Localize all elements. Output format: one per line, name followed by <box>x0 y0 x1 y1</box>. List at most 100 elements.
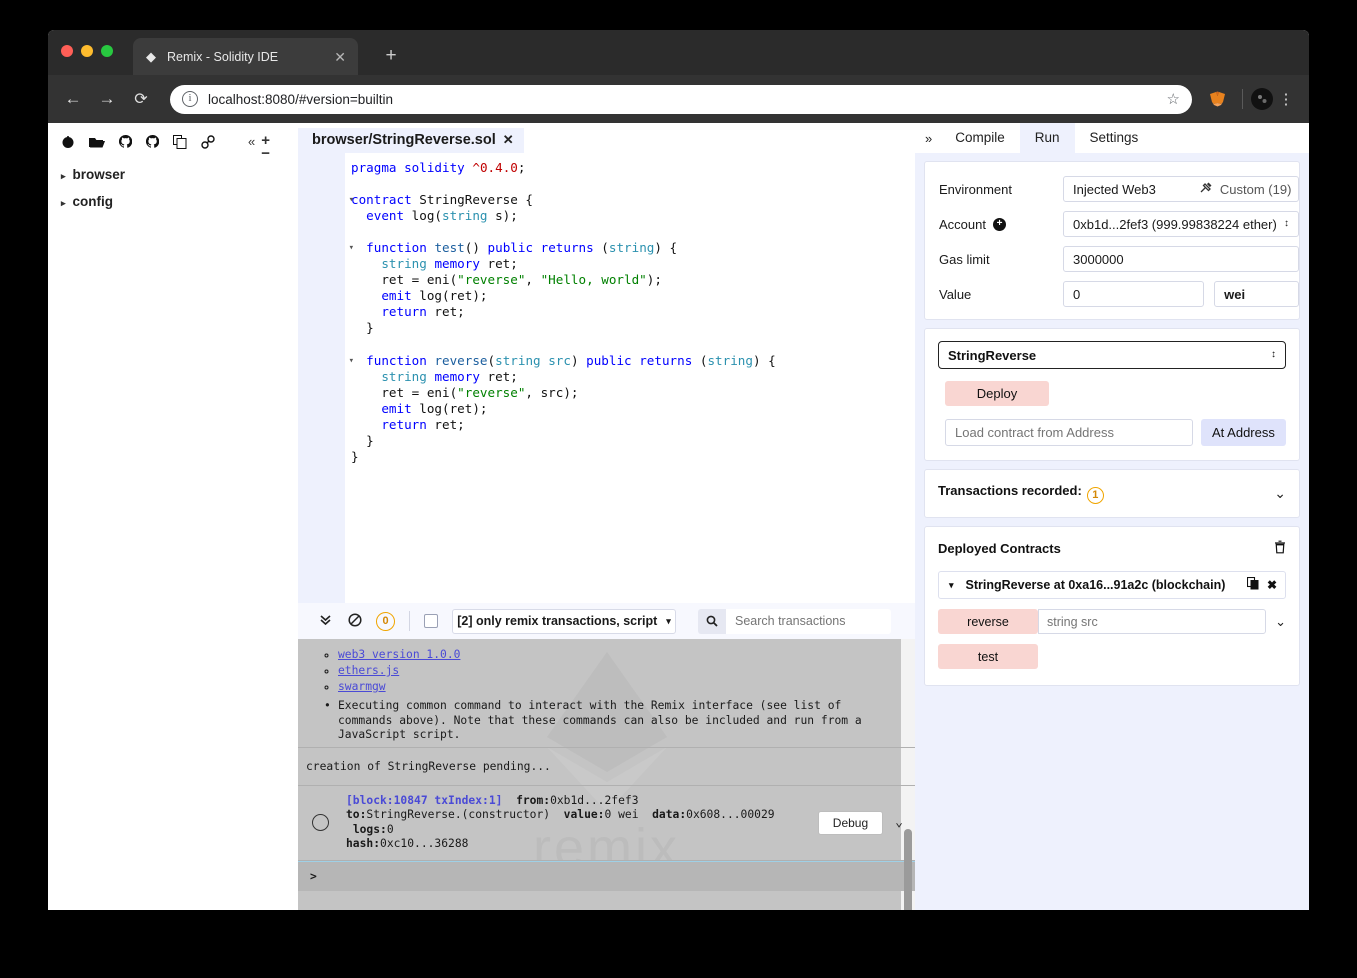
terminal-filter-checkbox[interactable] <box>424 614 438 628</box>
close-tab-icon[interactable]: ✕ <box>332 50 348 64</box>
at-address-button[interactable]: At Address <box>1201 419 1286 446</box>
deployed-instance-header[interactable]: ▾ StringReverse at 0xa16...91a2c (blockc… <box>938 571 1286 599</box>
contract-select[interactable]: StringReverse ↕ <box>938 341 1286 369</box>
terminal-scrollbar-thumb[interactable] <box>904 829 912 910</box>
close-window-button[interactable] <box>61 45 73 57</box>
run-panel: » Compile Run Settings Environment Injec… <box>915 123 1309 910</box>
expand-transaction-icon[interactable]: ⌄ <box>895 815 903 830</box>
code-line: 6▾ function test() public returns (strin… <box>345 240 915 256</box>
expand-function-icon[interactable]: ⌄ <box>1275 614 1286 630</box>
terminal-transaction-row[interactable]: [block:10847 txIndex:1] from:0xb1d...2fe… <box>298 785 915 861</box>
copy-icon[interactable] <box>1247 577 1259 593</box>
reverse-function-input[interactable] <box>1038 609 1266 634</box>
browser-tab[interactable]: ◆ Remix - Solidity IDE ✕ <box>133 38 358 75</box>
new-tab-button[interactable]: + <box>378 44 404 70</box>
copy-files-icon[interactable] <box>173 135 187 151</box>
code-text <box>345 224 351 240</box>
tab-run[interactable]: Run <box>1020 123 1075 153</box>
browser-menu-icon[interactable]: ⋮ <box>1273 92 1299 107</box>
close-editor-tab-icon[interactable]: ✕ <box>503 132 514 148</box>
font-decrease-icon[interactable]: − <box>261 148 270 161</box>
chevron-right-icon: ▸ <box>61 171 66 181</box>
test-function-button[interactable]: test <box>938 644 1038 669</box>
transactions-recorded-card[interactable]: Transactions recorded:1 ⌄ <box>924 469 1300 518</box>
transaction-hash-value: 0xc10...36288 <box>380 837 468 850</box>
add-account-icon[interactable]: + <box>993 218 1006 231</box>
editor-tab-stringreverse[interactable]: browser/StringReverse.sol ✕ <box>298 128 524 153</box>
sidebar-item-browser[interactable]: ▸ browser <box>48 161 248 188</box>
gas-limit-label: Gas limit <box>939 252 1063 267</box>
list-item: web3 version 1.0.0 <box>338 647 901 663</box>
reverse-function-button[interactable]: reverse <box>938 609 1038 634</box>
code-line: 2 <box>345 176 915 192</box>
terminal-search[interactable] <box>698 609 891 634</box>
network-indicator: Custom (19) <box>1200 181 1292 197</box>
profile-avatar-icon[interactable] <box>1251 88 1273 110</box>
fold-toggle-icon[interactable]: ▾ <box>349 192 354 208</box>
fold-toggle-icon[interactable]: ▾ <box>349 240 354 256</box>
forward-button[interactable]: → <box>92 84 122 114</box>
terminal-filter-label: [2] only remix transactions, script <box>457 614 657 628</box>
code-text: pragma solidity ^0.4.0; <box>345 160 525 176</box>
tab-compile[interactable]: Compile <box>940 123 1020 153</box>
account-value: 0xb1d...2fef3 (999.99838224 ether) <box>1073 217 1277 232</box>
sidebar-item-label: browser <box>73 167 126 182</box>
terminal-filter-select[interactable]: [2] only remix transactions, script ▾ <box>452 609 676 634</box>
browser-window: ◆ Remix - Solidity IDE ✕ + ← → ⟳ i local… <box>48 30 1309 910</box>
code-line: 17 return ret; <box>345 417 915 433</box>
back-button[interactable]: ← <box>58 84 88 114</box>
tab-settings[interactable]: Settings <box>1075 123 1154 153</box>
terminal-prompt[interactable]: > <box>298 861 915 891</box>
chevron-down-icon[interactable]: ▾ <box>949 580 954 591</box>
search-transactions-input[interactable] <box>726 609 891 634</box>
deploy-button[interactable]: Deploy <box>945 381 1049 406</box>
collapse-panel-icon[interactable]: « <box>248 135 255 148</box>
chevron-down-icon[interactable]: ⌄ <box>1274 485 1286 502</box>
code-line: 15 ret = eni("reverse", src); <box>345 385 915 401</box>
ethersjs-link[interactable]: ethers.js <box>338 664 399 677</box>
maximize-window-button[interactable] <box>101 45 113 57</box>
swarmgw-link[interactable]: swarmgw <box>338 680 386 693</box>
terminal-output[interactable]: remix web3 version 1.0.0 ethers.js swarm… <box>298 639 915 910</box>
account-label-text: Account <box>939 217 986 232</box>
connect-localhost-icon[interactable] <box>201 135 215 151</box>
environment-select[interactable]: Injected Web3 Custom (19) <box>1063 176 1299 202</box>
environment-value: Injected Web3 <box>1073 182 1156 197</box>
code-line: 13▾ function reverse(string src) public … <box>345 353 915 369</box>
debug-button[interactable]: Debug <box>818 811 883 835</box>
value-unit-select[interactable]: wei <box>1214 281 1299 307</box>
file-explorer-panel: ▸ browser ▸config <box>48 123 248 910</box>
site-info-icon[interactable]: i <box>182 91 198 107</box>
load-contract-address-input[interactable] <box>945 419 1193 446</box>
code-line: 1pragma solidity ^0.4.0; <box>345 160 915 176</box>
code-text: event log(string s); <box>345 208 518 224</box>
account-label: Account + <box>939 217 1063 232</box>
fold-toggle-icon[interactable]: ▾ <box>349 353 354 369</box>
gist-publish-icon[interactable] <box>146 135 159 151</box>
transaction-status-icon <box>312 814 329 831</box>
open-folder-icon[interactable] <box>89 136 105 151</box>
transactions-recorded-text: Transactions recorded: <box>938 483 1082 498</box>
close-instance-icon[interactable]: ✖ <box>1267 578 1277 592</box>
value-input[interactable]: 0 <box>1063 281 1204 307</box>
toolbar-divider <box>1242 89 1243 109</box>
create-file-icon[interactable] <box>61 135 75 151</box>
trash-icon[interactable] <box>1274 540 1286 557</box>
clear-console-icon[interactable] <box>340 613 370 630</box>
code-text: ret = eni("reverse", src); <box>345 385 578 401</box>
web3-version-link[interactable]: web3 version 1.0.0 <box>338 648 460 661</box>
code-editor[interactable]: 1pragma solidity ^0.4.0;23▾contract Stri… <box>345 153 915 603</box>
account-select[interactable]: 0xb1d...2fef3 (999.99838224 ether) ↕ <box>1063 211 1299 237</box>
bookmark-star-icon[interactable]: ☆ <box>1167 90 1180 108</box>
github-publish-icon[interactable] <box>119 135 132 151</box>
panel-expand-icon[interactable]: » <box>915 131 940 146</box>
reload-button[interactable]: ⟳ <box>126 84 156 114</box>
sidebar-item-config[interactable]: ▸config <box>48 188 248 215</box>
minimize-window-button[interactable] <box>81 45 93 57</box>
terminal-collapse-icon[interactable] <box>310 613 340 629</box>
code-text: } <box>345 320 374 336</box>
code-line: 11 } <box>345 320 915 336</box>
address-bar[interactable]: i localhost:8080/#version=builtin ☆ <box>170 85 1192 114</box>
gas-limit-input[interactable]: 3000000 <box>1063 246 1299 272</box>
metamask-fox-icon[interactable] <box>1206 88 1228 110</box>
